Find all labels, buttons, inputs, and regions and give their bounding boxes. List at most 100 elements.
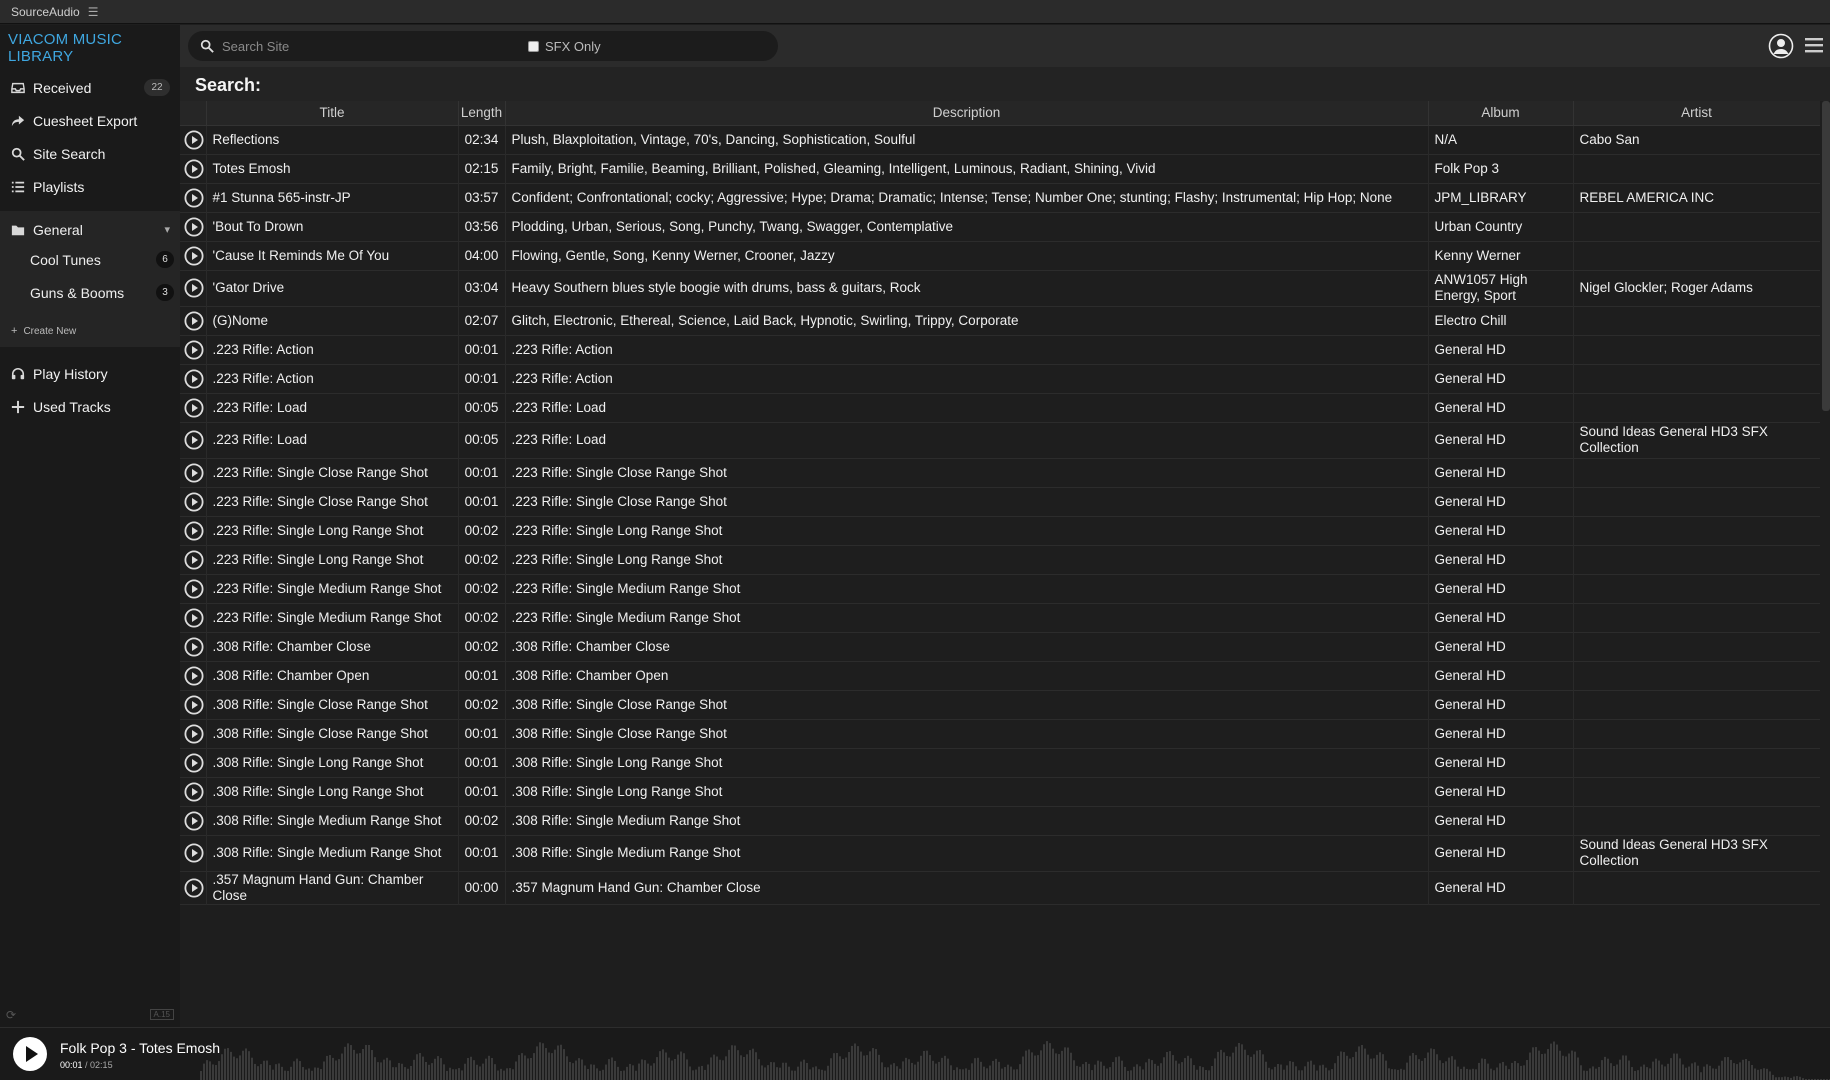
play-circle-icon[interactable]	[184, 607, 204, 628]
table-row[interactable]: .223 Rifle: Single Close Range Shot 00:01…	[180, 458, 1820, 487]
cell-album[interactable]: General HD	[1428, 690, 1574, 719]
cell-artist[interactable]	[1573, 632, 1820, 661]
cell-title[interactable]: .223 Rifle: Single Close Range Shot	[206, 458, 459, 487]
cell-title[interactable]: Totes Emosh	[206, 154, 459, 183]
play-circle-icon[interactable]	[184, 781, 204, 802]
table-row[interactable]: 'Cause It Reminds Me Of You 04:00 Flowing,…	[180, 241, 1820, 270]
table-row[interactable]: .357 Magnum Hand Gun: Chamber Close 00:00…	[180, 871, 1820, 904]
cell-title[interactable]: .223 Rifle: Load	[206, 422, 459, 458]
table-row[interactable]: .223 Rifle: Single Medium Range Shot 00:0…	[180, 574, 1820, 603]
player-play-button[interactable]	[12, 1036, 48, 1072]
cell-album[interactable]: General HD	[1428, 364, 1574, 393]
cell-album[interactable]: General HD	[1428, 487, 1574, 516]
refresh-icon[interactable]: ⟳	[6, 1008, 16, 1022]
cell-title[interactable]: .223 Rifle: Action	[206, 364, 459, 393]
table-row[interactable]: .308 Rifle: Single Long Range Shot 00:01.…	[180, 777, 1820, 806]
cell-title[interactable]: .308 Rifle: Single Close Range Shot	[206, 719, 459, 748]
table-row[interactable]: #1 Stunna 565-instr-JP 03:57 Confident; Co…	[180, 183, 1820, 212]
cell-title[interactable]: .223 Rifle: Single Long Range Shot	[206, 516, 459, 545]
cell-artist[interactable]	[1573, 335, 1820, 364]
chevron-down-icon[interactable]: ▾	[164, 223, 170, 236]
play-circle-icon[interactable]	[184, 723, 204, 744]
play-circle-icon[interactable]	[184, 397, 204, 418]
cell-album[interactable]: General HD	[1428, 422, 1574, 458]
column-header-length[interactable]: Length	[458, 101, 506, 126]
results-scrollbar[interactable]	[1822, 101, 1830, 411]
cell-artist[interactable]	[1573, 393, 1820, 422]
cell-title[interactable]: .308 Rifle: Single Long Range Shot	[206, 777, 459, 806]
cell-album[interactable]: JPM_LIBRARY	[1428, 183, 1574, 212]
table-row[interactable]: .223 Rifle: Action 00:01.223 Rifle: Actio…	[180, 335, 1820, 364]
cell-album[interactable]: General HD	[1428, 545, 1574, 574]
cell-album[interactable]: General HD	[1428, 603, 1574, 632]
cell-title[interactable]: .308 Rifle: Single Close Range Shot	[206, 690, 459, 719]
table-row[interactable]: (G)Nome 02:07 Glitch, Electronic, Ethereal…	[180, 306, 1820, 335]
cell-album[interactable]: Electro Chill	[1428, 306, 1574, 335]
play-circle-icon[interactable]	[184, 368, 204, 389]
hamburger-menu-icon[interactable]	[1804, 36, 1824, 54]
sfx-only-checkbox[interactable]	[528, 41, 539, 52]
table-row[interactable]: .308 Rifle: Single Close Range Shot 00:01…	[180, 719, 1820, 748]
table-row[interactable]: .223 Rifle: Load 00:05.223 Rifle: Load Gen…	[180, 393, 1820, 422]
table-row[interactable]: Totes Emosh 02:15 Family, Bright, Familie,…	[180, 154, 1820, 183]
table-row[interactable]: .223 Rifle: Action 00:01.223 Rifle: Actio…	[180, 364, 1820, 393]
column-header-description[interactable]: Description	[505, 101, 1429, 126]
cell-artist[interactable]: Cabo San	[1573, 125, 1820, 154]
table-row[interactable]: Reflections 02:34 Plush, Blaxploitation, V…	[180, 125, 1820, 154]
table-row[interactable]: .308 Rifle: Single Medium Range Shot 00:0…	[180, 806, 1820, 835]
table-row[interactable]: .223 Rifle: Single Long Range Shot 00:02.…	[180, 545, 1820, 574]
play-circle-icon[interactable]	[184, 158, 204, 179]
cell-album[interactable]: Folk Pop 3	[1428, 154, 1574, 183]
cell-artist[interactable]	[1573, 603, 1820, 632]
cell-artist[interactable]	[1573, 690, 1820, 719]
playlist-folder-general[interactable]: General ▾	[0, 217, 180, 243]
cell-album[interactable]: General HD	[1428, 393, 1574, 422]
play-circle-icon[interactable]	[184, 129, 204, 150]
sidebar-item-site-search[interactable]: Site Search	[0, 137, 180, 170]
cell-album[interactable]: General HD	[1428, 806, 1574, 835]
cell-album[interactable]: Urban Country	[1428, 212, 1574, 241]
play-circle-icon[interactable]	[184, 877, 204, 898]
cell-artist[interactable]	[1573, 516, 1820, 545]
cell-title[interactable]: Reflections	[206, 125, 459, 154]
playlist-item-cool-tunes[interactable]: Cool Tunes 6	[0, 243, 180, 276]
cell-artist[interactable]	[1573, 806, 1820, 835]
table-row[interactable]: .223 Rifle: Single Long Range Shot 00:02.…	[180, 516, 1820, 545]
play-circle-icon[interactable]	[184, 187, 204, 208]
column-header-album[interactable]: Album	[1428, 101, 1574, 126]
play-circle-icon[interactable]	[184, 310, 204, 331]
cell-artist[interactable]: Sound Ideas General HD3 SFX Collection	[1573, 422, 1820, 458]
table-row[interactable]: .308 Rifle: Chamber Open 00:01.308 Rifle:…	[180, 661, 1820, 690]
cell-artist[interactable]	[1573, 458, 1820, 487]
play-circle-icon[interactable]	[184, 491, 204, 512]
cell-artist[interactable]: Sound Ideas General HD3 SFX Collection	[1573, 835, 1820, 871]
play-circle-icon[interactable]	[184, 549, 204, 570]
table-row[interactable]: .308 Rifle: Single Long Range Shot 00:01.…	[180, 748, 1820, 777]
play-circle-icon[interactable]	[184, 810, 204, 831]
cell-artist[interactable]	[1573, 487, 1820, 516]
cell-album[interactable]: ANW1057 High Energy, Sport	[1428, 270, 1574, 306]
table-row[interactable]: .223 Rifle: Single Medium Range Shot 00:0…	[180, 603, 1820, 632]
cell-title[interactable]: 'Bout To Drown	[206, 212, 459, 241]
cell-artist[interactable]	[1573, 661, 1820, 690]
play-circle-icon[interactable]	[184, 462, 204, 483]
cell-title[interactable]: (G)Nome	[206, 306, 459, 335]
play-circle-icon[interactable]	[184, 752, 204, 773]
playlist-item-guns-booms[interactable]: Guns & Booms 3	[0, 276, 180, 309]
cell-album[interactable]: Kenny Werner	[1428, 241, 1574, 270]
cell-artist[interactable]	[1573, 545, 1820, 574]
cell-title[interactable]: 'Gator Drive	[206, 270, 459, 306]
play-circle-icon[interactable]	[184, 694, 204, 715]
cell-album[interactable]: General HD	[1428, 335, 1574, 364]
cell-title[interactable]: .308 Rifle: Chamber Close	[206, 632, 459, 661]
cell-album[interactable]: General HD	[1428, 835, 1574, 871]
column-header-title[interactable]: Title	[206, 101, 459, 126]
cell-artist[interactable]	[1573, 748, 1820, 777]
table-row[interactable]: 'Bout To Drown 03:56 Plodding, Urban, Seri…	[180, 212, 1820, 241]
create-new-playlist-button[interactable]: + Create New	[0, 309, 180, 339]
cell-album[interactable]: General HD	[1428, 719, 1574, 748]
cell-artist[interactable]	[1573, 719, 1820, 748]
cell-title[interactable]: .223 Rifle: Single Medium Range Shot	[206, 574, 459, 603]
cell-artist[interactable]	[1573, 777, 1820, 806]
cell-artist[interactable]	[1573, 154, 1820, 183]
